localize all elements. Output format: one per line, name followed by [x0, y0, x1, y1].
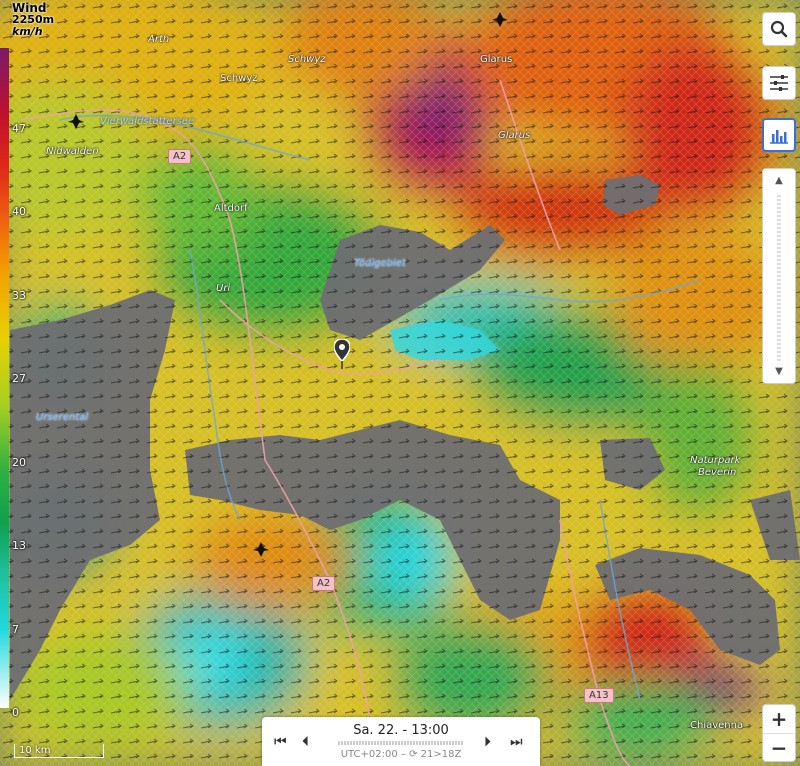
- scale-bar: 10 km: [14, 744, 104, 758]
- road-shield-a2-south: A2: [312, 576, 336, 591]
- altitude-scroller[interactable]: ▲ ▼: [762, 168, 796, 384]
- step-forward-icon[interactable]: ⏵: [484, 734, 491, 750]
- place-schwyz: Schwyz: [220, 73, 258, 84]
- time-slider[interactable]: [338, 741, 464, 745]
- zoom-in-button[interactable]: +: [763, 705, 795, 733]
- location-pin-icon[interactable]: [334, 339, 350, 369]
- place-urserental: Urserental: [36, 412, 89, 423]
- settings-button[interactable]: [762, 66, 796, 100]
- place-arth: Arth: [148, 34, 170, 45]
- place-lake: Vierwaldstättersee: [100, 116, 195, 127]
- chevron-up-icon[interactable]: ▲: [763, 175, 795, 186]
- zoom-out-button[interactable]: −: [763, 733, 795, 762]
- place-nidwalden: Nidwalden: [46, 146, 99, 157]
- chevron-down-icon[interactable]: ▼: [763, 366, 795, 377]
- wind-arrows: [0, 0, 800, 766]
- search-button[interactable]: [762, 12, 796, 46]
- time-controls: Sa. 22. - 13:00 UTC+02:00 – ⟳ 21>18Z ⏮ ⏴…: [262, 717, 540, 766]
- skip-first-icon[interactable]: ⏮: [274, 734, 287, 750]
- place-glarus-region: Glarus: [498, 130, 531, 141]
- wind-map[interactable]: [0, 0, 800, 766]
- timezone-run-info: UTC+02:00 – ⟳ 21>18Z: [340, 749, 462, 760]
- road-shield-a2-north: A2: [168, 149, 192, 164]
- place-schwyz-region: Schwyz: [288, 54, 326, 65]
- place-glarus: Glarus: [480, 54, 513, 65]
- place-uri: Uri: [216, 283, 231, 294]
- place-glacier: Tödigebiet: [354, 258, 406, 269]
- step-back-icon[interactable]: ⏴: [302, 734, 309, 750]
- place-naturpark: Naturpark: [690, 455, 741, 466]
- chart-button[interactable]: [762, 118, 796, 152]
- altitude-track[interactable]: [777, 195, 781, 361]
- skip-last-icon[interactable]: ⏭: [510, 734, 523, 750]
- zoom-controls: + −: [762, 704, 796, 762]
- place-altdorf: Altdorf: [214, 203, 248, 214]
- road-shield-a13: A13: [584, 688, 614, 703]
- bar-chart-icon: [770, 130, 788, 144]
- search-icon: [770, 20, 788, 38]
- place-chiavenna: Chiavenna: [690, 720, 744, 731]
- place-beverin: Beverin: [698, 467, 737, 478]
- sliders-icon: [770, 75, 788, 91]
